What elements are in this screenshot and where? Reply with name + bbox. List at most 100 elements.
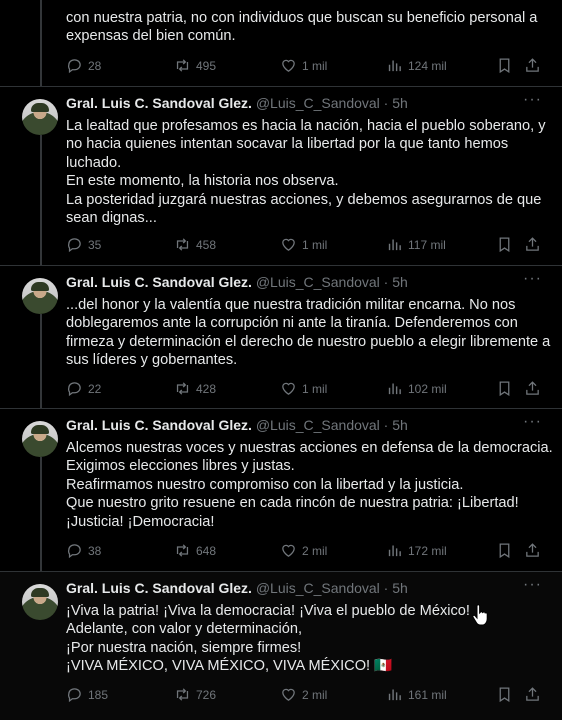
author-handle[interactable]: @Luis_C_Sandoval · 5h [256,95,408,111]
tweet-line: sean dignas... [66,210,157,227]
repost-button[interactable]: 648 [174,542,216,559]
views-button[interactable]: 124 mil [386,57,447,74]
views-count: 172 mil [408,543,447,558]
like-count: 1 mil [302,381,328,396]
like-button[interactable]: 1 mil [280,380,327,397]
tweet-line: luchado. [66,154,122,171]
author-handle[interactable]: @Luis_C_Sandoval · 5h [256,274,408,290]
bookmark-button[interactable] [496,686,513,703]
repost-count: 458 [196,237,217,252]
tweet-text: ...del honor y la valentía que nuestra t… [66,296,550,370]
like-button[interactable]: 2 mil [280,686,327,703]
tweet-line: Alcemos nuestras voces y nuestras accion… [66,440,553,456]
repost-icon [176,688,189,701]
views-button[interactable]: 172 mil [386,542,447,559]
thread-line [40,135,42,265]
heart-icon [282,238,295,251]
share-button[interactable] [524,57,541,74]
tweet[interactable]: Gral. Luis C. Sandoval Glez. @Luis_C_San… [0,87,562,266]
reply-count: 35 [88,237,102,252]
tweet-line: La lealtad que profesamos es hacia la na… [66,118,546,134]
heart-icon [282,59,295,72]
views-count: 124 mil [408,58,447,73]
tweet-line: Exigimos elecciones libres y justas. [66,458,295,475]
repost-count: 726 [196,687,217,702]
author-name[interactable]: Gral. Luis C. Sandoval Glez. [66,274,252,290]
tweet-line: ...del honor y la valentía que nuestra t… [66,297,516,313]
bookmark-icon [499,543,510,559]
repost-icon [176,59,189,72]
reply-icon [68,688,81,703]
reply-icon [68,238,81,253]
bookmark-button[interactable] [496,57,513,74]
like-count: 2 mil [302,687,328,702]
like-count: 2 mil [302,543,328,558]
views-count: 117 mil [408,237,446,252]
tweet[interactable]: Gral. Luis C. Sandoval Glez. @Luis_C_San… [0,409,562,572]
views-count: 161 mil [408,687,447,702]
share-button[interactable] [524,542,541,559]
reply-button[interactable]: 38 [66,542,101,559]
tweet-header: Gral. Luis C. Sandoval Glez. @Luis_C_San… [66,417,408,433]
reply-count: 185 [88,687,109,702]
like-button[interactable]: 1 mil [280,236,327,253]
tweet-line: La posteridad juzgará nuestras acciones,… [66,191,542,208]
bookmark-icon [499,687,510,703]
bookmark-icon [499,58,510,74]
repost-icon [176,544,189,557]
repost-button[interactable]: 495 [174,57,216,74]
tweet[interactable]: Gral. Luis C. Sandoval Glez. @Luis_C_San… [0,572,562,720]
tweet-header: Gral. Luis C. Sandoval Glez. @Luis_C_San… [66,580,408,596]
repost-count: 428 [196,381,217,396]
tweet-actions: 28 495 1 mil 124 mil [66,57,546,77]
tweet-header: Gral. Luis C. Sandoval Glez. @Luis_C_San… [66,274,408,290]
author-handle[interactable]: @Luis_C_Sandoval · 5h [256,417,408,433]
author-name[interactable]: Gral. Luis C. Sandoval Glez. [66,580,252,596]
tweet-line: Reafirmamos nuestro compromiso con la li… [66,476,464,493]
views-icon [388,689,401,701]
tweet-line: ¡Por nuestra nación, siempre firmes! [66,639,302,656]
tweet-line: doblegaremos ante la corrupción ni ante … [66,315,518,332]
reply-button[interactable]: 22 [66,380,101,397]
tweet-line: ¡VIVA MÉXICO, VIVA MÉXICO, VIVA MÉXICO! … [66,658,393,675]
more-options-icon[interactable]: ··· [523,91,542,109]
tweet-actions: 35 458 1 mil 117 mil [66,236,546,256]
like-button[interactable]: 2 mil [280,542,327,559]
tweet-line: expensas del bien común. [66,28,236,45]
more-options-icon[interactable]: ··· [523,576,542,594]
tweet-line: ¡Justicia! ¡Democracia! [66,513,215,530]
share-button[interactable] [524,686,541,703]
bookmark-button[interactable] [496,542,513,559]
more-options-icon[interactable]: ··· [523,270,542,288]
author-name[interactable]: Gral. Luis C. Sandoval Glez. [66,417,252,433]
share-button[interactable] [524,380,541,397]
avatar[interactable] [22,421,58,457]
avatar[interactable] [22,278,58,314]
repost-button[interactable]: 458 [174,236,216,253]
reply-button[interactable]: 35 [66,236,101,253]
bookmark-icon [499,381,510,397]
repost-icon [176,382,189,395]
repost-button[interactable]: 428 [174,380,216,397]
reply-button[interactable]: 28 [66,57,101,74]
views-button[interactable]: 102 mil [386,380,447,397]
share-icon [526,687,539,701]
bookmark-button[interactable] [496,236,513,253]
like-button[interactable]: 1 mil [280,57,327,74]
avatar[interactable] [22,584,58,620]
views-button[interactable]: 117 mil [386,236,446,253]
author-name[interactable]: Gral. Luis C. Sandoval Glez. [66,95,252,111]
repost-button[interactable]: 726 [174,686,216,703]
more-options-icon[interactable]: ··· [523,413,542,431]
tweet-line: con nuestra patria, no con individuos qu… [66,10,538,26]
share-button[interactable] [524,236,541,253]
reply-count: 28 [88,58,102,73]
avatar[interactable] [22,99,58,135]
views-button[interactable]: 161 mil [386,686,447,703]
bookmark-button[interactable] [496,380,513,397]
reply-button[interactable]: 185 [66,686,108,703]
author-handle[interactable]: @Luis_C_Sandoval · 5h [256,580,408,596]
tweet[interactable]: con nuestra patria, no con individuos qu… [0,0,562,87]
repost-count: 648 [196,543,217,558]
tweet[interactable]: Gral. Luis C. Sandoval Glez. @Luis_C_San… [0,266,562,409]
